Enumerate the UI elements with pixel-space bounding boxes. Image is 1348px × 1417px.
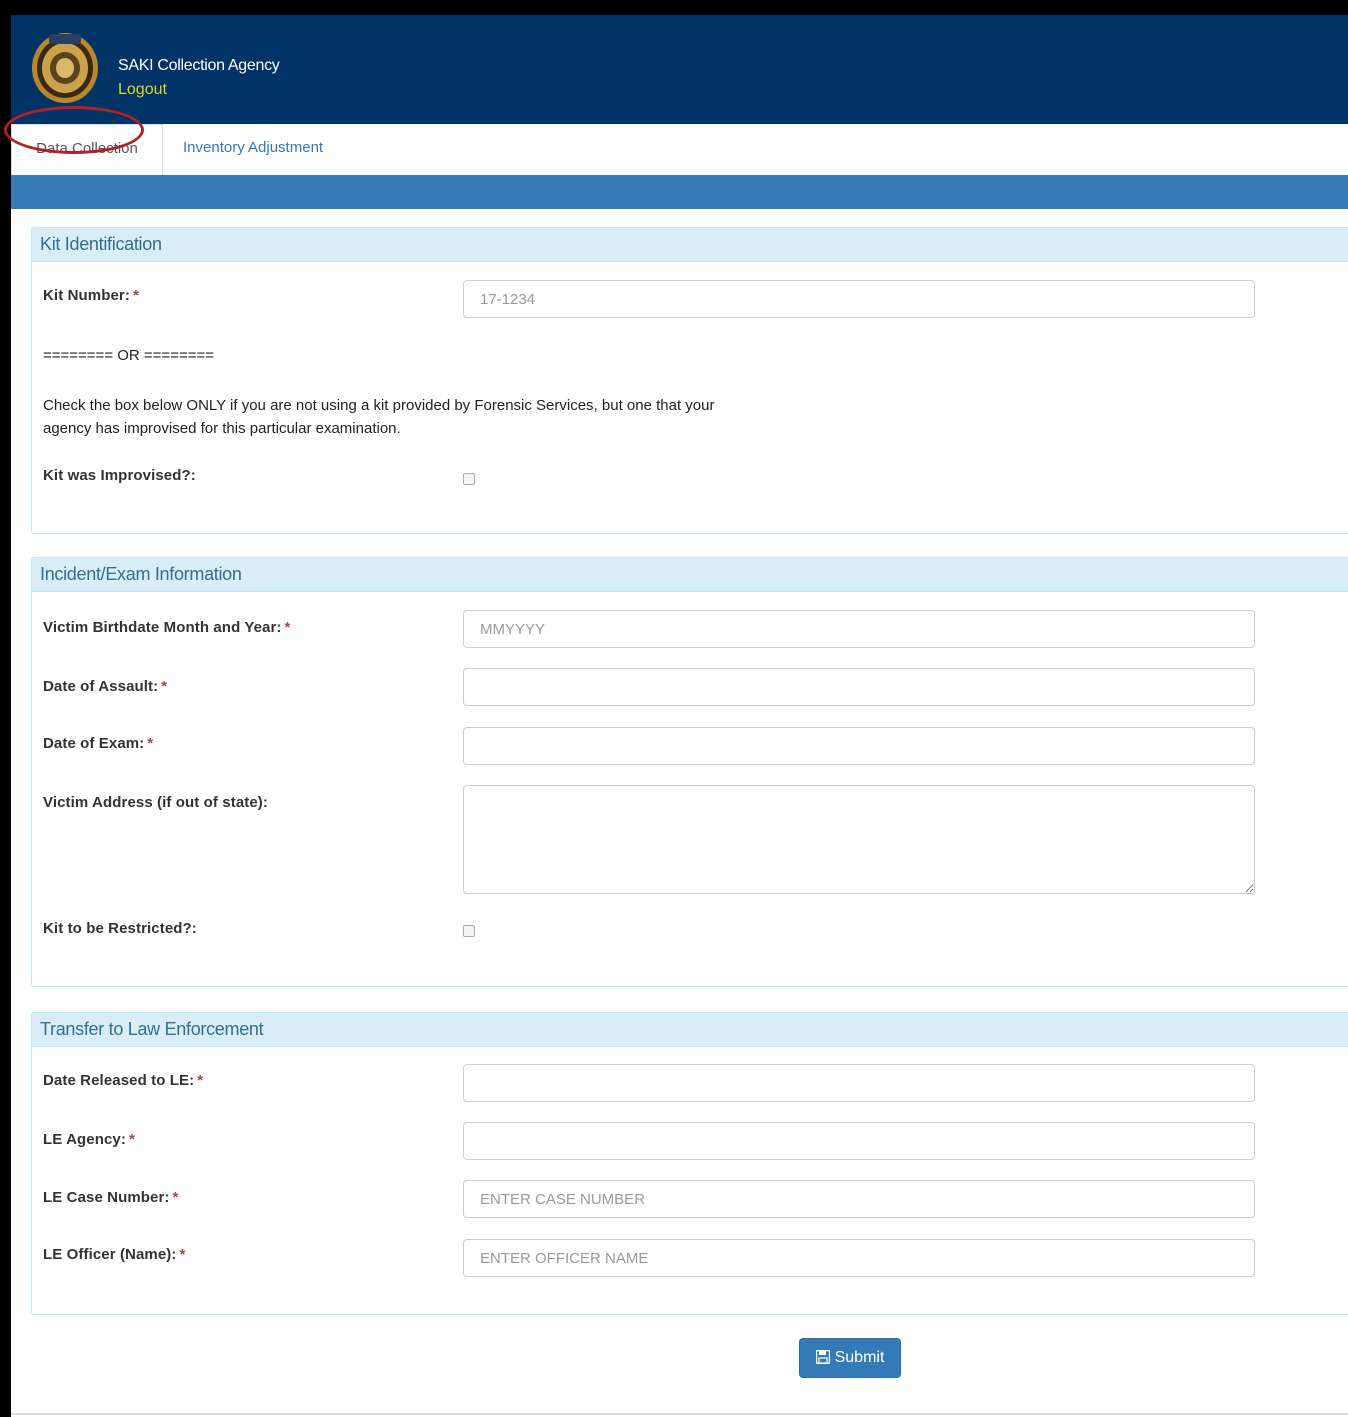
le-case-number-label: LE Case Number: * [43,1189,178,1206]
le-officer-label-text: LE Officer (Name): [43,1246,177,1263]
required-marker: * [132,287,139,304]
top-header: SAKI Collection Agency Logout [11,15,1348,124]
victim-birthdate-label: Victim Birthdate Month and Year: * [43,619,290,636]
incident-exam-heading: Incident/Exam Information [32,558,1348,592]
date-released-label: Date Released to LE: * [43,1072,203,1089]
transfer-le-panel: Transfer to Law Enforcement Date Release… [31,1012,1348,1315]
kit-improvised-label: Kit was Improvised?: [43,467,196,484]
victim-address-textarea[interactable] [463,785,1255,894]
le-agency-label: LE Agency: * [43,1131,135,1148]
kit-identification-heading: Kit Identification [32,228,1348,262]
agency-name: SAKI Collection Agency [118,57,280,74]
kit-restricted-label: Kit to be Restricted?: [43,920,197,937]
le-agency-input[interactable] [463,1122,1255,1160]
kit-identification-panel: Kit Identification Kit Number:* ========… [31,227,1348,534]
kit-number-input[interactable] [463,280,1255,318]
assault-date-label-text: Date of Assault: [43,678,159,695]
exam-date-label: Date of Exam: * [43,735,153,752]
victim-birthdate-label-text: Victim Birthdate Month and Year: [43,619,282,636]
date-released-label-text: Date Released to LE: [43,1072,195,1089]
required-marker: * [172,1189,179,1206]
exam-date-label-text: Date of Exam: [43,735,145,752]
le-case-number-label-text: LE Case Number: [43,1189,170,1206]
required-marker: * [161,678,168,695]
incident-exam-panel: Incident/Exam Information Victim Birthda… [31,557,1348,987]
required-marker: * [284,619,291,636]
required-marker: * [197,1072,204,1089]
le-officer-label: LE Officer (Name): * [43,1246,185,1263]
date-released-input[interactable] [463,1064,1255,1102]
tab-data-collection[interactable]: Data Collection [11,124,163,176]
tab-bar: Data Collection Inventory Adjustment [11,124,1348,176]
improvised-instruction-line1: Check the box below ONLY if you are not … [43,397,715,414]
le-officer-input[interactable] [463,1239,1255,1277]
victim-address-label: Victim Address (if out of state): [43,794,268,811]
le-agency-label-text: LE Agency: [43,1131,126,1148]
kit-restricted-checkbox[interactable] [463,925,475,937]
required-marker: * [179,1246,186,1263]
agency-seal-logo [32,33,98,103]
content-header-bar [11,175,1348,209]
tab-inventory-adjustment[interactable]: Inventory Adjustment [183,124,323,174]
floppy-save-icon [815,1350,830,1364]
assault-date-label: Date of Assault: * [43,678,167,695]
footer-divider [11,1413,1348,1415]
required-marker: * [147,735,154,752]
submit-button[interactable]: Submit [799,1338,901,1378]
le-case-number-input[interactable] [463,1180,1255,1218]
kit-number-label-text: Kit Number: [43,287,130,304]
app-frame: SAKI Collection Agency Logout Data Colle… [11,15,1348,1417]
victim-birthdate-input[interactable] [463,610,1255,648]
or-separator: ======== OR ======== [43,347,214,364]
logout-link[interactable]: Logout [118,81,167,99]
submit-label: Submit [834,1349,885,1366]
kit-improvised-checkbox[interactable] [463,473,475,485]
improvised-instruction-line2: agency has improvised for this particula… [43,420,401,437]
kit-number-label: Kit Number: * [43,287,139,304]
assault-date-input[interactable] [463,668,1255,706]
transfer-le-heading: Transfer to Law Enforcement [32,1013,1348,1047]
exam-date-input[interactable] [463,727,1255,765]
required-marker: * [128,1131,135,1148]
